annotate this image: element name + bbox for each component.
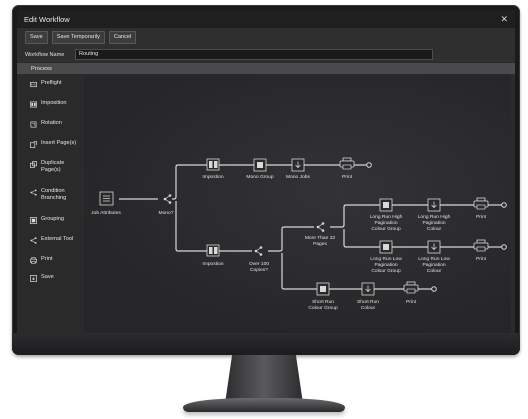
node-label: Long Run Low Pagination Colour: [418, 256, 450, 274]
node-label: Print: [476, 214, 487, 220]
node-print-top[interactable]: Print: [339, 157, 372, 180]
monitor-base: [183, 398, 345, 412]
tool-label: Print: [41, 256, 53, 262]
rotation-icon: [30, 121, 37, 127]
tool-label: Condition Branching: [41, 188, 67, 201]
save-button[interactable]: Save: [25, 31, 48, 44]
node-imposition-bottom[interactable]: Impostion: [202, 244, 224, 267]
monitor-chin: [12, 333, 520, 355]
node-imposition-top[interactable]: Impostion: [202, 158, 224, 180]
node-print-low[interactable]: Print: [473, 239, 507, 262]
node-label: More Than 32 Pages: [305, 235, 336, 247]
tool-external-tool[interactable]: External Tool: [25, 236, 82, 244]
tool-label: Rotation: [41, 120, 62, 126]
tool-insert-pages[interactable]: Insert Page(s): [25, 140, 82, 148]
workflow-diagram: Job Attributes Mono? Impostion Mono Grou…: [91, 157, 507, 311]
tool-save[interactable]: Save: [25, 274, 82, 282]
close-icon[interactable]: ✕: [500, 14, 508, 25]
imposition-icon: [30, 101, 37, 107]
node-label: Impostion: [202, 174, 223, 180]
node-label: Job Attributes: [91, 210, 121, 216]
tool-duplicate-pages[interactable]: Duplicate Page(s): [25, 160, 82, 174]
screen: Edit Workflow ✕ Save Save Temporarily Ca…: [17, 10, 515, 333]
grouping-icon: [30, 216, 37, 224]
node-print-short[interactable]: Print: [403, 281, 437, 305]
node-label: Short Run Colour: [357, 299, 379, 311]
node-label: Long Run High Pagination Colour: [418, 214, 451, 232]
node-job-attributes[interactable]: Job Attributes: [91, 191, 121, 216]
tool-label: Preflight: [41, 80, 62, 86]
tool-label: Duplicate Page(s): [41, 160, 65, 173]
node-long-high-group[interactable]: Long Run High Pagination Colour Group: [370, 198, 403, 232]
monitor-stand: [225, 355, 303, 401]
node-mono-jobs[interactable]: Mono Jobs: [286, 158, 311, 180]
printer-icon: [30, 256, 37, 264]
tool-imposition[interactable]: Imposition: [25, 100, 82, 108]
save-temporarily-button[interactable]: Save Temporarily: [51, 31, 105, 44]
node-short-colour[interactable]: Short Run Colour: [357, 282, 379, 311]
toolbar: Save Save Temporarily Cancel: [17, 28, 515, 47]
node-label: Long Run High Pagination Colour Group: [370, 214, 403, 232]
node-long-high-colour[interactable]: Long Run High Pagination Colour: [418, 198, 451, 232]
tool-label: Grouping: [41, 216, 65, 222]
tool-condition-branching[interactable]: Condition Branching: [25, 188, 82, 202]
node-label: Impostion: [202, 261, 223, 267]
workflow-canvas[interactable]: Job Attributes Mono? Impostion Mono Grou…: [84, 75, 511, 333]
node-label: Short Run Colour Group: [308, 299, 338, 311]
node-label: Long Run Low Pagination Colour Group: [370, 256, 402, 274]
node-mono-condition[interactable]: Mono?: [159, 194, 174, 216]
node-label: Over 100 Copies?: [249, 261, 269, 273]
tool-print[interactable]: Print: [25, 256, 82, 264]
tool-label: External Tool: [41, 236, 74, 242]
duplicate-page-icon: [30, 160, 37, 168]
tool-rotation[interactable]: Rotation: [25, 120, 82, 128]
workflow-name-row: Workflow Name Routing: [17, 47, 515, 62]
node-print-high[interactable]: Print: [473, 197, 507, 220]
node-label: Print: [342, 174, 353, 180]
node-label: Print: [476, 256, 487, 262]
workflow-name-label: Workflow Name: [25, 51, 65, 58]
workflow-name-input[interactable]: Routing: [75, 49, 433, 60]
tool-label: Insert Page(s): [41, 140, 77, 146]
node-label: Mono?: [159, 210, 174, 216]
tool-label: Save: [41, 274, 54, 280]
tool-grouping[interactable]: Grouping: [25, 216, 82, 224]
node-over-100-condition[interactable]: Over 100 Copies?: [249, 246, 269, 273]
cancel-button[interactable]: Cancel: [108, 31, 137, 44]
insert-page-icon: [30, 140, 37, 148]
node-mono-group[interactable]: Mono Group: [246, 158, 274, 180]
node-label: Mono Jobs: [286, 174, 310, 180]
tool-preflight[interactable]: Preflight: [25, 80, 82, 88]
node-more-than-32-condition[interactable]: More Than 32 Pages: [305, 222, 336, 247]
window-title: Edit Workflow: [24, 14, 70, 24]
preflight-icon: [30, 81, 37, 87]
connectors: [119, 164, 502, 290]
node-label: Print: [406, 299, 417, 305]
tool-palette: Preflight Imposition Rotation Insert Pag…: [25, 75, 82, 333]
node-short-group[interactable]: Short Run Colour Group: [308, 282, 338, 311]
save-icon: [30, 274, 37, 282]
node-long-low-colour[interactable]: Long Run Low Pagination Colour: [418, 240, 450, 274]
process-header: Process: [17, 63, 515, 74]
process-panel: Preflight Imposition Rotation Insert Pag…: [17, 75, 515, 333]
node-label: Mono Group: [246, 174, 273, 180]
window-titlebar: Edit Workflow ✕: [17, 10, 515, 28]
node-long-low-group[interactable]: Long Run Low Pagination Colour Group: [370, 240, 402, 274]
share-icon: [30, 236, 37, 244]
tool-label: Imposition: [41, 100, 67, 106]
branch-icon: [30, 188, 37, 196]
